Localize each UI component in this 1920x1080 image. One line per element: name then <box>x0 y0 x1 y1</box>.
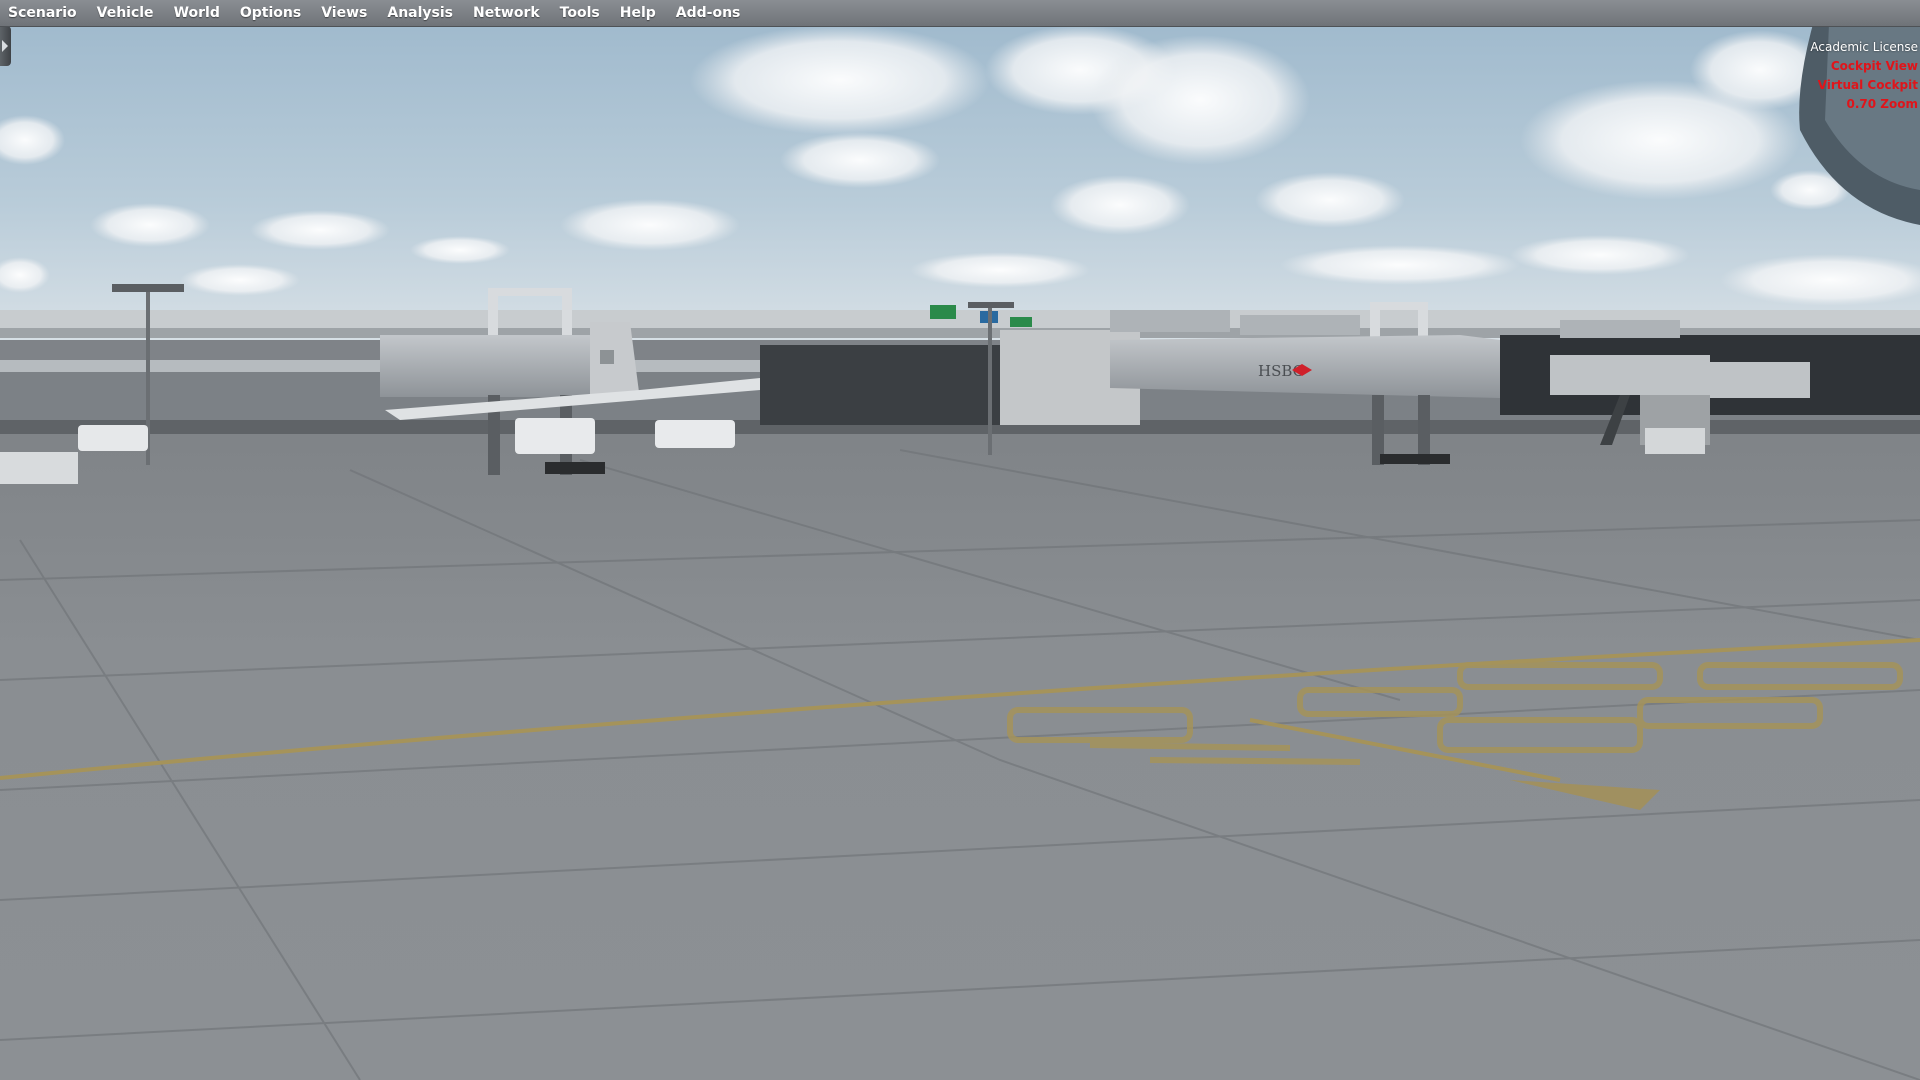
view-text: Cockpit View <box>1830 59 1918 73</box>
airport-scene: HSBC <box>0 0 1920 1080</box>
menu-analysis[interactable]: Analysis <box>377 0 463 26</box>
zoom-text: 0.70 Zoom <box>1846 97 1918 111</box>
menu-help[interactable]: Help <box>610 0 666 26</box>
menu-network[interactable]: Network <box>463 0 550 26</box>
menu-views[interactable]: Views <box>311 0 377 26</box>
menu-tools[interactable]: Tools <box>550 0 610 26</box>
side-panel-handle[interactable] <box>0 26 11 66</box>
chevron-right-icon <box>2 40 8 52</box>
license-text: Academic License <box>1810 40 1918 54</box>
menu-bar: Scenario Vehicle World Options Views Ana… <box>0 0 1920 27</box>
menu-vehicle[interactable]: Vehicle <box>87 0 164 26</box>
menu-options[interactable]: Options <box>230 0 311 26</box>
menu-addons[interactable]: Add-ons <box>666 0 751 26</box>
menu-scenario[interactable]: Scenario <box>0 0 87 26</box>
simulator-viewport[interactable]: HSBC <box>0 0 1920 1080</box>
status-overlay: Academic License Cockpit View Virtual Co… <box>1810 38 1918 114</box>
menu-world[interactable]: World <box>164 0 230 26</box>
sub-view-text: Virtual Cockpit <box>1817 78 1918 92</box>
